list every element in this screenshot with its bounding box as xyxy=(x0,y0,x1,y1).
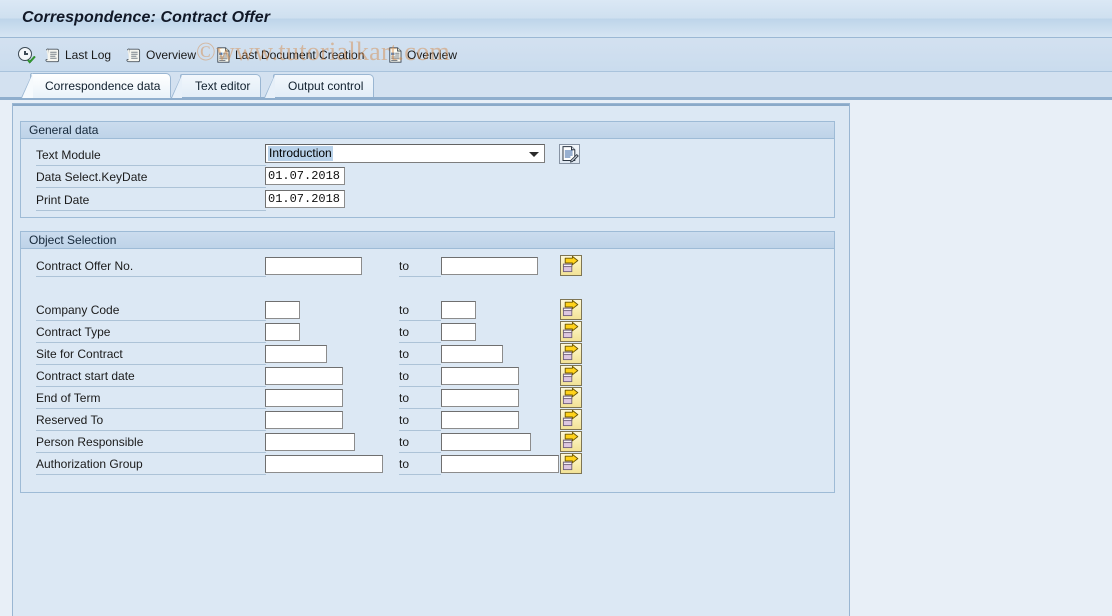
document-edit-icon xyxy=(562,146,579,163)
object-row-label: End of Term xyxy=(36,388,266,409)
object-row-label: Person Responsible xyxy=(36,432,266,453)
object-row-to-label: to xyxy=(399,432,441,453)
document-overview-label: Overview xyxy=(407,48,458,62)
multiple-selection-button[interactable] xyxy=(560,255,582,276)
multiple-selection-arrow-icon xyxy=(562,365,579,383)
application-toolbar: Last Log Overview Last Document Creation… xyxy=(0,38,1112,72)
object-row-from-input[interactable] xyxy=(265,433,355,451)
multiple-selection-arrow-icon xyxy=(562,255,579,273)
object-row-to-label: to xyxy=(399,256,441,277)
object-row-from-input[interactable] xyxy=(265,301,300,319)
object-row-from-input[interactable] xyxy=(265,257,362,275)
object-row-from-input[interactable] xyxy=(265,411,343,429)
document-icon xyxy=(217,47,230,63)
object-row-label: Contract Offer No. xyxy=(36,256,266,277)
last-log-label: Last Log xyxy=(65,48,112,62)
object-row-label: Reserved To xyxy=(36,410,266,431)
object-row-to-input[interactable] xyxy=(441,389,519,407)
tab-correspondence-data[interactable]: Correspondence data xyxy=(20,73,172,98)
object-row-to-input[interactable] xyxy=(441,455,559,473)
multiple-selection-arrow-icon xyxy=(562,409,579,427)
object-row-to-input[interactable] xyxy=(441,433,531,451)
object-row-from-input[interactable] xyxy=(265,389,343,407)
text-module-value: Introduction xyxy=(268,146,333,161)
text-module-label: Text Module xyxy=(36,145,266,166)
object-row-to-label: to xyxy=(399,388,441,409)
object-row-to-label: to xyxy=(399,410,441,431)
multiple-selection-arrow-icon xyxy=(562,343,579,361)
text-module-combobox[interactable]: Introduction xyxy=(265,144,545,163)
object-row-from-input[interactable] xyxy=(265,367,343,385)
document-icon xyxy=(389,47,402,63)
object-row-to-input[interactable] xyxy=(441,257,538,275)
object-row-to-label: to xyxy=(399,322,441,343)
multiple-selection-button[interactable] xyxy=(560,387,582,408)
object-row-label: Contract start date xyxy=(36,366,266,387)
object-row-label: Site for Contract xyxy=(36,344,266,365)
data-select-keydate-input[interactable] xyxy=(265,167,345,185)
object-row-to-input[interactable] xyxy=(441,301,476,319)
multiple-selection-button[interactable] xyxy=(560,365,582,386)
last-document-creation-label: Last Document Creation xyxy=(235,48,365,62)
multiple-selection-button[interactable] xyxy=(560,453,582,474)
object-row-to-input[interactable] xyxy=(441,345,503,363)
window-title-bar: Correspondence: Contract Offer xyxy=(0,0,1112,38)
multiple-selection-button[interactable] xyxy=(560,431,582,452)
clock-check-icon xyxy=(18,46,36,64)
multiple-selection-arrow-icon xyxy=(562,299,579,317)
last-document-creation-button[interactable]: Last Document Creation xyxy=(217,45,364,65)
execute-check-button[interactable] xyxy=(18,45,36,65)
multiple-selection-arrow-icon xyxy=(562,387,579,405)
object-selection-header: Object Selection xyxy=(21,232,834,249)
multiple-selection-arrow-icon xyxy=(562,321,579,339)
print-date-input[interactable] xyxy=(265,190,345,208)
tab-label: Text editor xyxy=(195,79,251,93)
data-select-keydate-label: Data Select.KeyDate xyxy=(36,167,266,188)
multiple-selection-button[interactable] xyxy=(560,409,582,430)
object-row-to-input[interactable] xyxy=(441,411,519,429)
tab-label: Output control xyxy=(288,79,364,93)
log-scroll-icon xyxy=(44,48,60,63)
document-overview-button[interactable]: Overview xyxy=(389,45,457,65)
object-row-to-input[interactable] xyxy=(441,323,476,341)
object-row-to-label: to xyxy=(399,344,441,365)
object-row-to-label: to xyxy=(399,454,441,475)
object-row-to-label: to xyxy=(399,300,441,321)
form-panel: General data Text Module Introduction Da… xyxy=(12,103,850,616)
object-row-from-input[interactable] xyxy=(265,455,383,473)
print-date-label: Print Date xyxy=(36,190,266,211)
page-title: Correspondence: Contract Offer xyxy=(22,9,271,26)
tab-text-editor[interactable]: Text editor xyxy=(170,74,262,98)
general-data-header: General data xyxy=(21,122,834,139)
tab-label: Correspondence data xyxy=(45,79,161,93)
tab-output-control[interactable]: Output control xyxy=(263,74,375,98)
overview-button[interactable]: Overview xyxy=(125,45,196,65)
multiple-selection-button[interactable] xyxy=(560,343,582,364)
chevron-down-icon[interactable] xyxy=(529,152,539,157)
multiple-selection-arrow-icon xyxy=(562,431,579,449)
tab-strip: Correspondence data Text editor Output c… xyxy=(0,72,1112,100)
object-row-from-input[interactable] xyxy=(265,323,300,341)
multiple-selection-arrow-icon xyxy=(562,453,579,471)
log-scroll-icon xyxy=(125,48,141,63)
object-row-label: Contract Type xyxy=(36,322,266,343)
object-row-from-input[interactable] xyxy=(265,345,327,363)
last-log-button[interactable]: Last Log xyxy=(44,45,111,65)
multiple-selection-button[interactable] xyxy=(560,321,582,342)
object-row-label: Authorization Group xyxy=(36,454,266,475)
object-row-label: Company Code xyxy=(36,300,266,321)
overview-label: Overview xyxy=(146,48,197,62)
object-row-to-input[interactable] xyxy=(441,367,519,385)
general-data-groupbox: General data Text Module Introduction Da… xyxy=(20,121,835,218)
object-row-to-label: to xyxy=(399,366,441,387)
object-selection-groupbox: Object Selection Contract Offer No. to Com… xyxy=(20,231,835,493)
multiple-selection-button[interactable] xyxy=(560,299,582,320)
green-check-icon xyxy=(27,55,36,64)
text-module-edit-button[interactable] xyxy=(559,144,580,164)
panel-top-divider xyxy=(13,104,849,106)
